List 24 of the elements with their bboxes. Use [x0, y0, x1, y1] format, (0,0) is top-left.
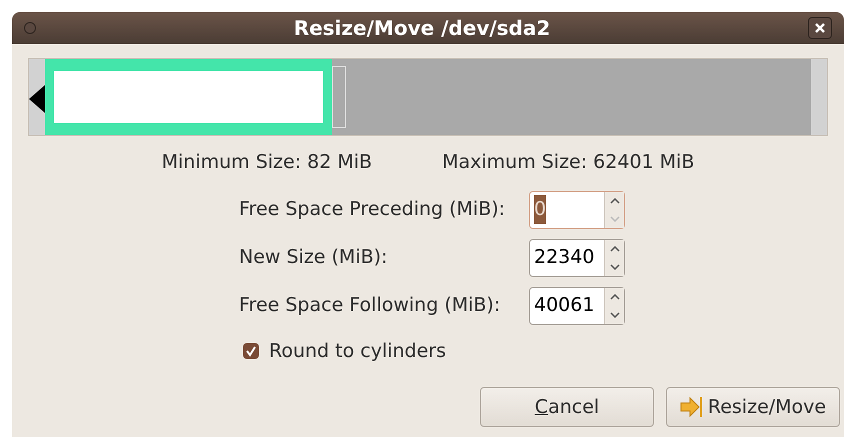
- cancel-button[interactable]: Cancel: [480, 387, 654, 427]
- size-limit-text: Minimum Size: 82 MiB: [162, 150, 372, 175]
- field-label: New Size (MiB):: [239, 245, 388, 270]
- field-value: 40061: [534, 293, 594, 318]
- spin-field[interactable]: 22340: [529, 238, 625, 276]
- field-label: Free Space Following (MiB):: [239, 293, 500, 318]
- spin-field[interactable]: 0: [529, 190, 625, 228]
- arrow-right-icon: [680, 396, 704, 418]
- check-icon: [245, 344, 257, 357]
- spin-buttons[interactable]: [604, 240, 624, 276]
- resize-move-button[interactable]: Resize/Move: [666, 387, 840, 427]
- checkbox[interactable]: [243, 342, 259, 359]
- field-value: 22340: [534, 245, 594, 270]
- spin-buttons[interactable]: [604, 192, 624, 228]
- spin-buttons[interactable]: [604, 288, 624, 324]
- size-limit-text: Maximum Size: 62401 MiB: [442, 150, 694, 175]
- close-icon: [814, 22, 826, 34]
- window-title: Resize/Move /dev/sda2: [292, 15, 552, 42]
- field-value: 0: [534, 195, 546, 224]
- checkbox-label: Round to cylinders: [269, 338, 446, 364]
- resize-handle[interactable]: [332, 66, 346, 128]
- spin-field[interactable]: 40061: [529, 286, 625, 324]
- close-button[interactable]: [808, 17, 832, 39]
- field-label: Free Space Preceding (MiB):: [239, 197, 506, 222]
